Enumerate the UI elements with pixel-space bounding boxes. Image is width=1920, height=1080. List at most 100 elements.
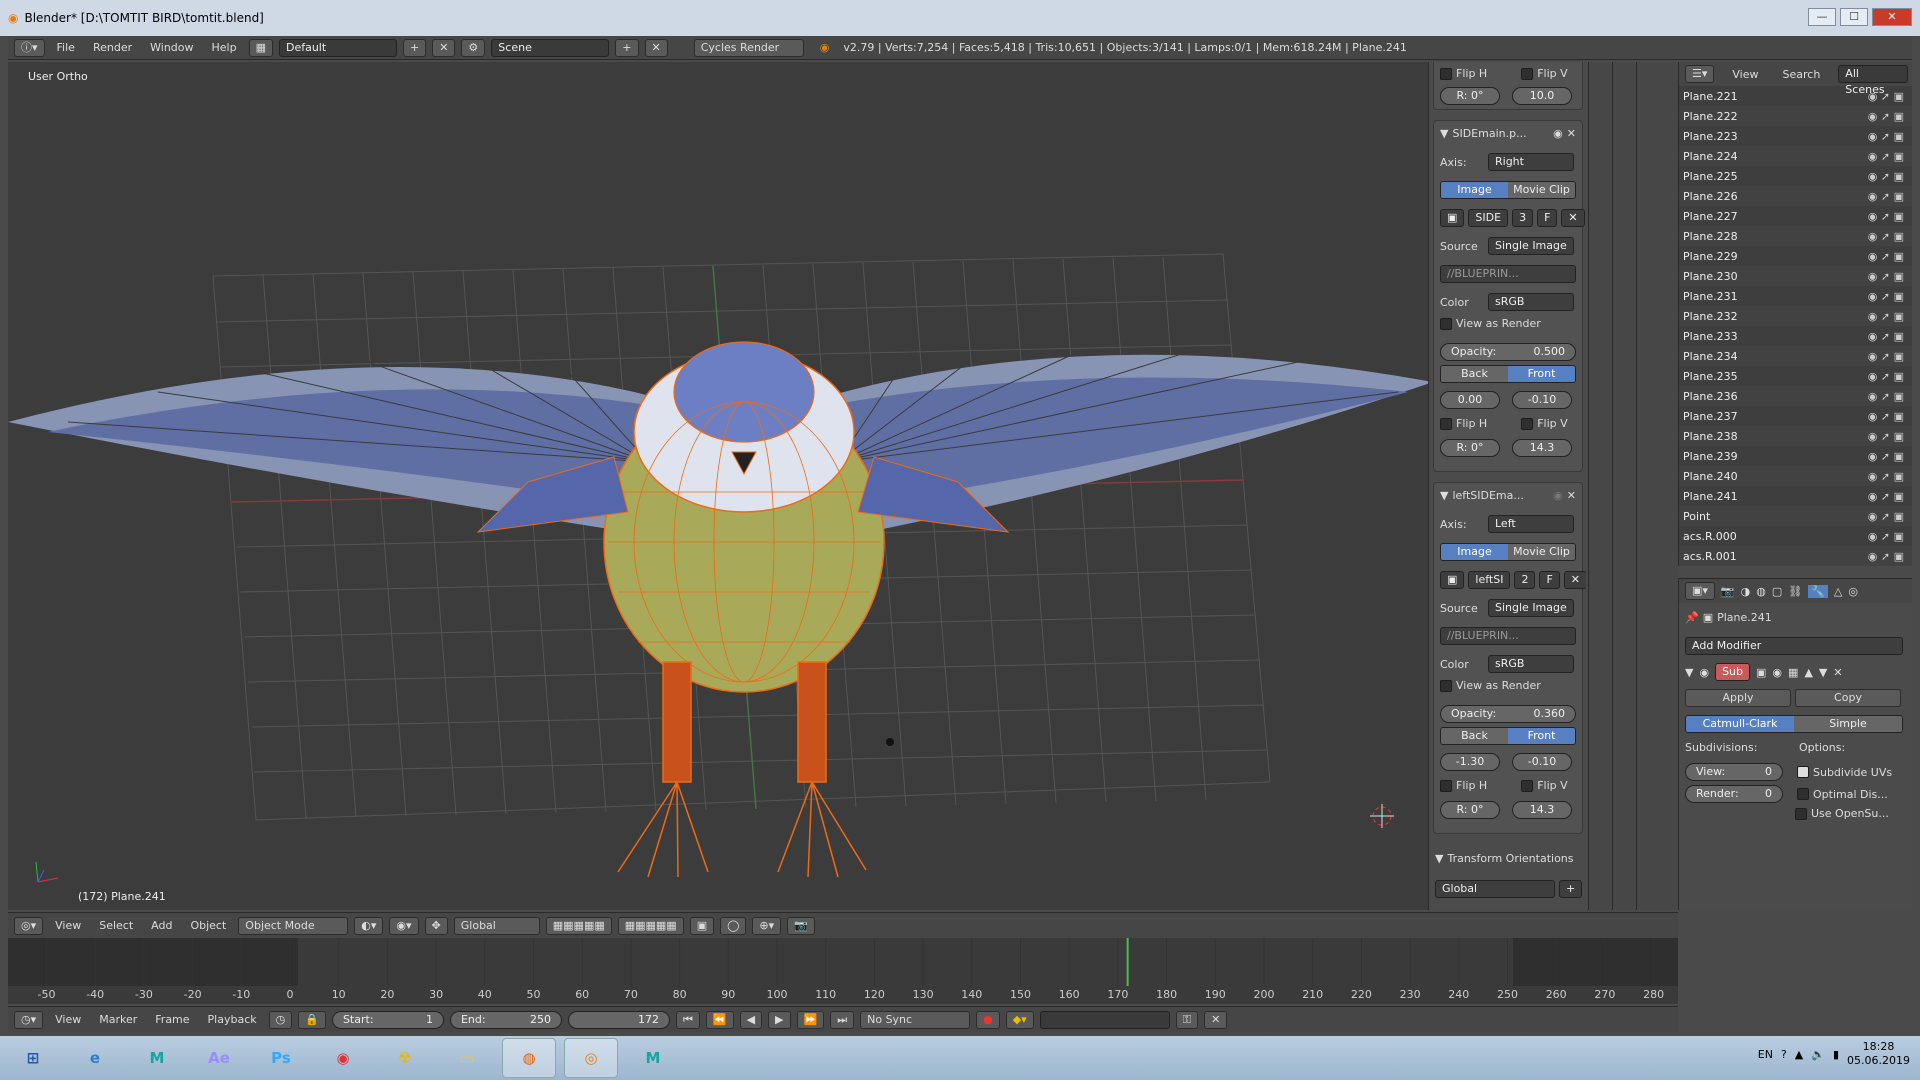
language-indicator[interactable]: EN (1758, 1048, 1773, 1061)
offset-x-field[interactable]: 0.00 (1440, 391, 1500, 409)
outliner-item[interactable]: acs.R.000 ◉ ➚ ▣ (1679, 526, 1912, 546)
properties-type-icon[interactable]: ▣▾ (1685, 582, 1715, 600)
blender-icon[interactable]: ◎ (564, 1038, 618, 1078)
remove-scene-button[interactable]: ✕ (644, 38, 668, 57)
explorer-icon[interactable]: ▭ (440, 1038, 494, 1078)
copy-button[interactable]: Copy (1795, 689, 1901, 707)
outliner-restrict-icons[interactable]: ◉ ➚ ▣ (1868, 210, 1904, 223)
movie-clip-tab[interactable]: Movie Clip (1508, 182, 1575, 198)
maya-icon[interactable]: M (130, 1038, 184, 1078)
flip-v-checkbox[interactable] (1521, 67, 1534, 80)
editmode-toggle-icon[interactable]: ▦ (1788, 666, 1798, 679)
outliner-item[interactable]: Plane.233 ◉ ➚ ▣ (1679, 326, 1912, 346)
outliner-restrict-icons[interactable]: ◉ ➚ ▣ (1868, 450, 1904, 463)
current-frame-field[interactable]: 172 (567, 1010, 670, 1029)
outliner-restrict-icons[interactable]: ◉ ➚ ▣ (1868, 190, 1904, 203)
catmull-clark-button[interactable]: Catmull-Clark (1686, 716, 1794, 732)
source-dropdown[interactable]: Single Image (1488, 599, 1574, 617)
menu-window[interactable]: Window (144, 41, 199, 54)
outliner-restrict-icons[interactable]: ◉ ➚ ▣ (1868, 170, 1904, 183)
scene-selector[interactable]: Scene (491, 38, 610, 57)
play-icon[interactable]: ▶ (768, 1010, 791, 1029)
outliner-restrict-icons[interactable]: ◉ ➚ ▣ (1868, 250, 1904, 263)
aftereffects-icon[interactable]: Ae (192, 1038, 246, 1078)
prev-keyframe-icon[interactable]: ⏪ (705, 1010, 734, 1029)
eye-icon[interactable]: ◉ (1553, 127, 1563, 140)
unlink-icon[interactable]: ✕ (1561, 209, 1585, 227)
move-down-icon[interactable]: ▼ (1819, 666, 1827, 679)
filepath-field[interactable]: //BLUEPRIN... (1440, 627, 1576, 645)
collapsed-region-1[interactable] (1588, 62, 1612, 910)
outliner-restrict-icons[interactable]: ◉ ➚ ▣ (1868, 370, 1904, 383)
outliner-item[interactable]: Plane.226 ◉ ➚ ▣ (1679, 186, 1912, 206)
network-icon[interactable]: ▮ (1833, 1048, 1839, 1061)
editor-type-icon[interactable]: ◷▾ (14, 1010, 44, 1029)
colorspace-dropdown[interactable]: sRGB (1488, 655, 1574, 673)
editor-type-icon[interactable]: ◎▾ (14, 916, 44, 935)
delete-keyframe-icon[interactable]: ✕ (1204, 1010, 1228, 1029)
outliner-restrict-icons[interactable]: ◉ ➚ ▣ (1868, 470, 1904, 483)
outliner-item[interactable]: Plane.240 ◉ ➚ ▣ (1679, 466, 1912, 486)
front-button[interactable]: Front (1508, 728, 1575, 744)
render-toggle-icon[interactable]: ▣ (1756, 666, 1766, 679)
outliner-item[interactable]: Plane.234 ◉ ➚ ▣ (1679, 346, 1912, 366)
constraint-tab-icon[interactable]: ⛓ (1788, 585, 1802, 598)
outliner-item[interactable]: Plane.222 ◉ ➚ ▣ (1679, 106, 1912, 126)
movie-clip-tab[interactable]: Movie Clip (1508, 544, 1575, 560)
layout-icon[interactable]: ▦ (248, 38, 273, 57)
outliner-item[interactable]: Plane.231 ◉ ➚ ▣ (1679, 286, 1912, 306)
offset-y-field[interactable]: -0.10 (1512, 753, 1572, 771)
add-scene-button[interactable]: + (615, 38, 639, 57)
object-tab-icon[interactable]: ▢ (1772, 585, 1782, 598)
play-reverse-icon[interactable]: ◀ (739, 1010, 763, 1029)
outliner-item[interactable]: Plane.230 ◉ ➚ ▣ (1679, 266, 1912, 286)
subdivide-uvs-checkbox[interactable] (1797, 766, 1809, 778)
outliner-restrict-icons[interactable]: ◉ ➚ ▣ (1868, 410, 1904, 423)
layers-2-icon[interactable]: ▦▦▦▦▦ (617, 916, 684, 935)
menu-render[interactable]: Render (87, 41, 138, 54)
scene-tab-icon[interactable]: ◑ (1741, 585, 1751, 598)
outliner-item[interactable]: Plane.223 ◉ ➚ ▣ (1679, 126, 1912, 146)
menu-file[interactable]: File (51, 41, 81, 54)
menu-view[interactable]: View (49, 919, 87, 932)
menu-view[interactable]: View (49, 1013, 87, 1026)
back-button[interactable]: Back (1441, 728, 1508, 744)
menu-frame[interactable]: Frame (149, 1013, 195, 1026)
timeline[interactable]: -50 -40 -30 -20 -10 0 10 20 30 40 50 60 70 80 90 100 110… (8, 938, 1678, 1004)
rotation-field[interactable]: R: 0° (1440, 439, 1500, 457)
outliner-restrict-icons[interactable]: ◉ ➚ ▣ (1868, 130, 1904, 143)
outliner-restrict-icons[interactable]: ◉ ➚ ▣ (1868, 270, 1904, 283)
axis-dropdown[interactable]: Left (1488, 515, 1574, 533)
add-orientation-icon[interactable]: + (1559, 880, 1583, 898)
layout-selector[interactable]: Default (278, 38, 397, 57)
outliner-type-icon[interactable]: ☰▾ (1685, 65, 1715, 83)
menu-marker[interactable]: Marker (93, 1013, 143, 1026)
shading-icon[interactable]: ◐▾ (354, 916, 384, 935)
viewport-toggle-icon[interactable]: ◉ (1772, 666, 1782, 679)
keying-set-field[interactable] (1039, 1010, 1170, 1029)
image-users[interactable]: 2 (1514, 571, 1536, 589)
proportional-icon[interactable]: ◯ (720, 916, 747, 935)
outliner-item[interactable]: acs.R.001 ◉ ➚ ▣ (1679, 546, 1912, 566)
filepath-field[interactable]: //BLUEPRIN... (1440, 265, 1576, 283)
remove-modifier-icon[interactable]: ✕ (1833, 666, 1842, 679)
outliner-restrict-icons[interactable]: ◉ ➚ ▣ (1868, 110, 1904, 123)
rotation-field[interactable]: R: 0° (1440, 801, 1500, 819)
outliner-item[interactable]: Plane.236 ◉ ➚ ▣ (1679, 386, 1912, 406)
manipulator-icon[interactable]: ✥ (424, 916, 448, 935)
offset-x-field[interactable]: -1.30 (1440, 753, 1500, 771)
jump-start-icon[interactable]: ⏮ (675, 1010, 700, 1029)
outliner-item[interactable]: Plane.235 ◉ ➚ ▣ (1679, 366, 1912, 386)
outliner-restrict-icons[interactable]: ◉ ➚ ▣ (1868, 230, 1904, 243)
opengl-render-icon[interactable]: 📷 (787, 916, 815, 935)
image-tab[interactable]: Image (1441, 544, 1508, 560)
menu-playback[interactable]: Playback (202, 1013, 263, 1026)
app-radiation-icon[interactable]: ☢ (378, 1038, 432, 1078)
start-frame-field[interactable]: Start: 1 (331, 1010, 444, 1029)
mode-dropdown[interactable]: Object Mode (238, 916, 349, 935)
flip-h-checkbox[interactable] (1440, 417, 1452, 430)
apply-button[interactable]: Apply (1685, 689, 1791, 707)
orientation-dropdown[interactable]: Global (1435, 880, 1555, 898)
insert-keyframe-icon[interactable]: ⚿ (1175, 1010, 1199, 1029)
outliner-item[interactable]: Plane.227 ◉ ➚ ▣ (1679, 206, 1912, 226)
